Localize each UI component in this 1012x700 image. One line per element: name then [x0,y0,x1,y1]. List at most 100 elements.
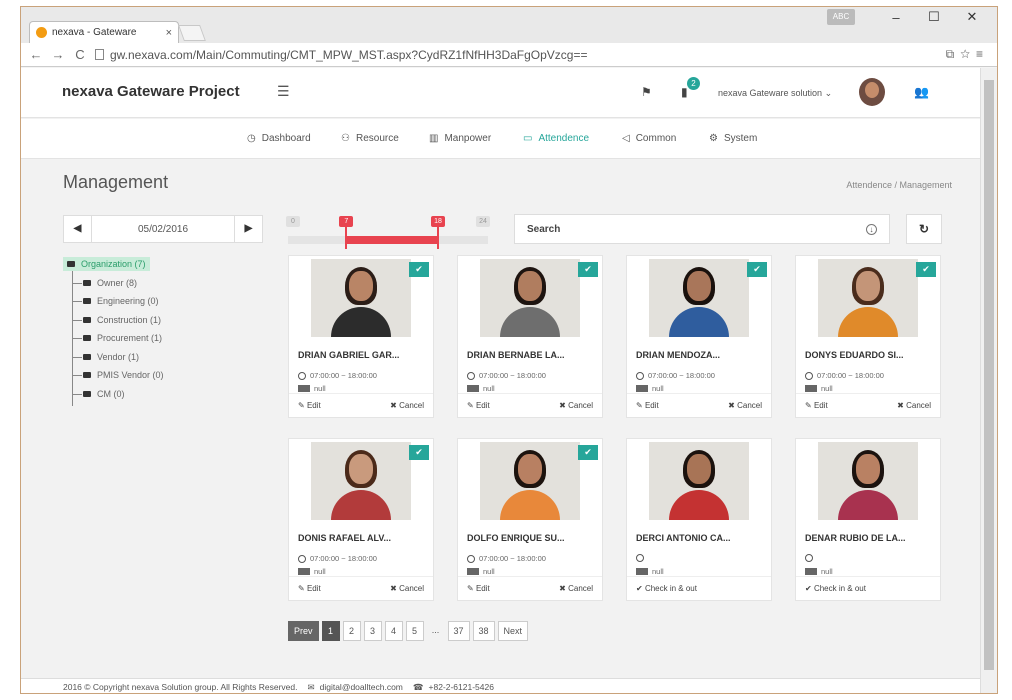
employee-card[interactable]: ✔ DRIAN MENDOZA... 07:00:00 ~ 18:00:00 null… [626,255,772,418]
card-actions: ✎ Edit ✖ Cancel [458,576,602,600]
users-icon[interactable]: 👥 [914,85,929,99]
employee-card[interactable]: ✔ DONYS EDUARDO SI... 07:00:00 ~ 18:00:00 n… [795,255,941,418]
menu-item-system[interactable]: ⚙ System [709,133,757,144]
employee-card[interactable]: ✔ DRIAN GABRIEL GAR... 07:00:00 ~ 18:00:00… [288,255,434,418]
new-tab-button[interactable] [178,25,206,41]
edit-button[interactable]: ✎ Edit [636,401,659,410]
slider-range-fill [346,236,438,244]
edit-button[interactable]: ✎ Edit [805,401,828,410]
tree-node[interactable]: Construction (1) [63,311,164,330]
avatar[interactable] [859,78,885,106]
menu-item-attendence[interactable]: ▭ Attendence [523,133,589,144]
cancel-button[interactable]: ✖ Cancel [390,584,424,593]
id-card-icon [805,568,817,575]
menu-item-resource[interactable]: ⚇ Resource [341,133,399,144]
download-icon[interactable]: ↓ [866,223,877,235]
notification-icon[interactable]: ▮ 2 [681,77,700,99]
edit-button[interactable]: ✎ Edit [467,584,490,593]
check-in-out-button[interactable]: ✔ Check in & out [636,584,697,593]
tree-node[interactable]: PMIS Vendor (0) [63,366,164,385]
cancel-button[interactable]: ✖ Cancel [897,401,931,410]
employee-info: null [298,384,326,393]
cancel-button[interactable]: ✖ Cancel [559,584,593,593]
check-icon[interactable]: ✔ [409,445,429,460]
tree-root[interactable]: Organization (7) [63,255,164,274]
tree-node[interactable]: Vendor (1) [63,348,164,367]
date-value[interactable]: 05/02/2016 [92,224,234,235]
menu-item-label: Manpower [444,133,492,144]
user-menu[interactable]: nexava Gateware solution ⌄ [718,88,832,99]
slider-high-handle[interactable] [437,227,439,249]
page-button[interactable]: 4 [384,621,403,641]
page-button[interactable]: 3 [363,621,382,641]
minimize-button[interactable]: – [877,10,915,25]
search-input[interactable]: Search ↓ [514,214,890,244]
cancel-label: Cancel [568,584,593,593]
favicon-icon [36,27,47,38]
check-icon[interactable]: ✔ [916,262,936,277]
hamburger-icon[interactable]: ☰ [277,83,290,100]
breadcrumb[interactable]: Attendence / Management [846,180,952,190]
common-icon: ◁ [622,133,630,144]
cancel-button[interactable]: ✖ Cancel [559,401,593,410]
page-button[interactable]: 37 [447,621,470,641]
browser-tab[interactable]: nexava - Gateware × [29,21,179,43]
employee-card[interactable]: DENAR RUBIO DE LA... null ✔ Check in & out [795,438,941,601]
prev-page-button[interactable]: Prev [288,621,319,641]
scrollbar-thumb[interactable] [984,80,994,670]
flag-icon[interactable]: ⚑ [641,85,652,99]
forward-icon[interactable]: → [51,47,65,62]
check-icon[interactable]: ✔ [747,262,767,277]
employee-card[interactable]: ✔ DRIAN BERNABE LA... 07:00:00 ~ 18:00:00 n… [457,255,603,418]
next-page-button[interactable]: Next [497,621,529,641]
tab-close-button[interactable]: × [166,27,172,39]
next-date-button[interactable]: ▶ [234,216,262,242]
tree-node[interactable]: Owner (8) [63,274,164,293]
employee-time: 07:00:00 ~ 18:00:00 [636,371,715,380]
folder-icon [83,353,91,360]
cancel-button[interactable]: ✖ Cancel [390,401,424,410]
profile-badge[interactable]: ABC [827,9,855,25]
footer-email[interactable]: digital@doalltech.com [320,682,403,692]
menu-item-dashboard[interactable]: ◷ Dashboard [247,133,311,144]
page-button[interactable]: 38 [472,621,495,641]
edit-button[interactable]: ✎ Edit [298,401,321,410]
back-icon[interactable]: ← [29,47,43,62]
tree-node[interactable]: CM (0) [63,385,164,404]
page-button[interactable]: 1 [321,621,340,641]
employee-card[interactable]: ✔ DOLFO ENRIQUE SU... 07:00:00 ~ 18:00:00 n… [457,438,603,601]
employee-card[interactable]: ✔ DONIS RAFAEL ALV... 07:00:00 ~ 18:00:00 n… [288,438,434,601]
brand-title[interactable]: nexava Gateware Project [62,83,240,100]
check-icon[interactable]: ✔ [578,262,598,277]
card-actions: ✔ Check in & out [796,576,940,600]
prev-date-button[interactable]: ◀ [64,216,92,242]
tree-root-label[interactable]: Organization (7) [63,257,150,272]
employee-name: DOLFO ENRIQUE SU... [467,533,565,543]
reload-icon[interactable]: C [73,47,87,62]
tree-node[interactable]: Procurement (1) [63,329,164,348]
employee-info: null [467,384,495,393]
url-field[interactable]: gw.nexava.com/Main/Commuting/CMT_MPW_MST… [95,48,946,62]
page-button[interactable]: 2 [342,621,361,641]
edit-button[interactable]: ✎ Edit [298,584,321,593]
menu-item-manpower[interactable]: ▥ Manpower [429,133,491,144]
menu-item-common[interactable]: ◁ Common [622,133,676,144]
slider-low-handle[interactable] [345,227,348,249]
browser-menu-icons[interactable]: ⧉☆≡ [946,47,989,62]
check-in-out-button[interactable]: ✔ Check in & out [805,584,866,593]
page-scrollbar[interactable] [980,68,997,693]
refresh-button[interactable]: ↻ [906,214,942,244]
check-icon[interactable]: ✔ [409,262,429,277]
page-button[interactable]: 5 [405,621,424,641]
info-value: null [652,567,664,576]
tree-node-label: PMIS Vendor (0) [97,370,164,381]
edit-button[interactable]: ✎ Edit [467,401,490,410]
close-window-button[interactable]: ✕ [953,9,991,25]
check-icon[interactable]: ✔ [578,445,598,460]
cancel-button[interactable]: ✖ Cancel [728,401,762,410]
employee-card[interactable]: DERCI ANTONIO CA... null ✔ Check in & out [626,438,772,601]
maximize-button[interactable]: ☐ [915,9,953,25]
employee-name: DONIS RAFAEL ALV... [298,533,392,543]
menu-item-label: Common [635,133,677,144]
tree-node[interactable]: Engineering (0) [63,292,164,311]
